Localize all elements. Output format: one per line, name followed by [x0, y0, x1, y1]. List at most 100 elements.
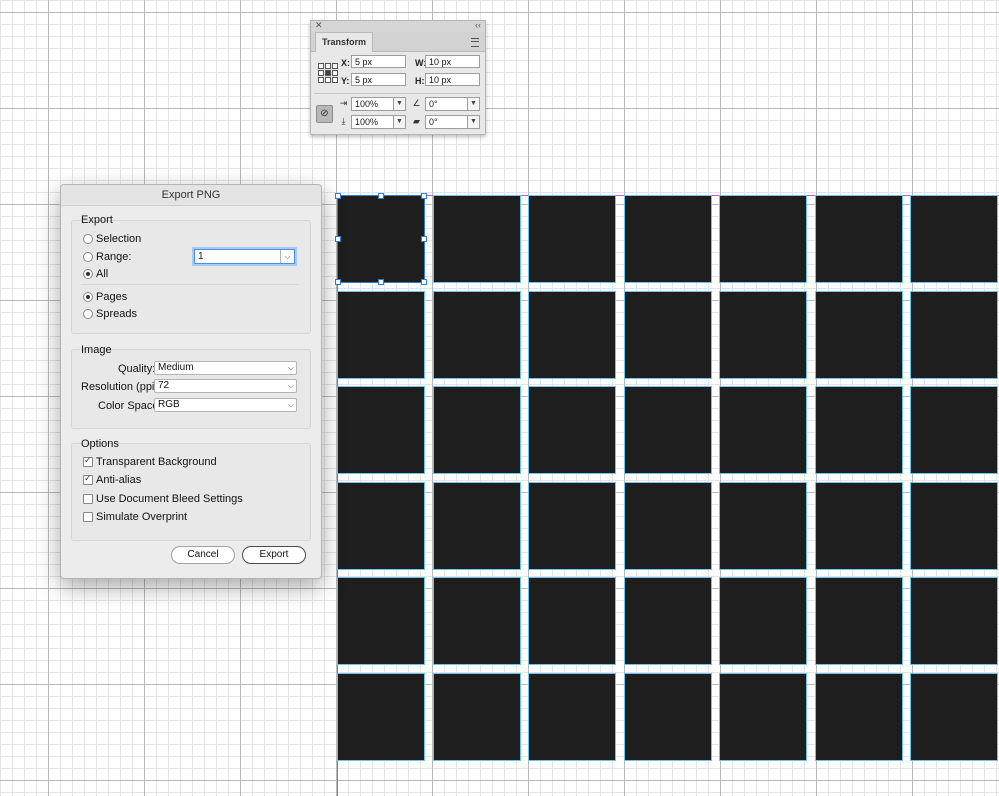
tile[interactable]: [528, 577, 616, 665]
quality-value: Medium: [158, 362, 194, 373]
selected-tile[interactable]: [337, 195, 425, 283]
tile[interactable]: [337, 291, 425, 379]
tile[interactable]: [433, 673, 521, 761]
selection-handle[interactable]: [378, 193, 384, 199]
tile[interactable]: [719, 673, 807, 761]
simulate-overprint-checkbox[interactable]: [83, 512, 93, 522]
tile[interactable]: [719, 482, 807, 570]
chevron-down-icon[interactable]: ⌵: [288, 399, 294, 411]
panel-header: ✕ ‹‹: [311, 20, 485, 32]
color-space-label: Color Space:: [98, 400, 162, 412]
tile[interactable]: [910, 291, 998, 379]
w-field[interactable]: 10 px: [425, 55, 480, 68]
tile[interactable]: [337, 482, 425, 570]
tile[interactable]: [719, 195, 807, 283]
panel-menu-icon[interactable]: [471, 38, 479, 47]
constrain-proportions-icon[interactable]: ⊘: [316, 105, 333, 123]
y-field[interactable]: 5 px: [351, 73, 406, 86]
reference-point-icon[interactable]: [318, 63, 338, 83]
chevron-down-icon[interactable]: ⌵: [288, 362, 294, 374]
tile[interactable]: [815, 291, 903, 379]
anti-alias-checkbox[interactable]: [83, 473, 93, 485]
selection-handle[interactable]: [335, 279, 341, 285]
all-label: All: [96, 268, 109, 280]
selection-handle[interactable]: [421, 279, 427, 285]
transparent-background-checkbox[interactable]: [83, 455, 93, 467]
chevron-down-icon[interactable]: ▼: [467, 116, 479, 128]
tile[interactable]: [433, 577, 521, 665]
tile[interactable]: [719, 291, 807, 379]
selection-handle[interactable]: [335, 193, 341, 199]
scale-y-value: 100%: [355, 117, 379, 127]
tile[interactable]: [624, 673, 712, 761]
selection-handle[interactable]: [378, 279, 384, 285]
shear-icon: ▰: [413, 116, 420, 126]
tile[interactable]: [433, 291, 521, 379]
bleed-settings-checkbox[interactable]: [83, 494, 93, 504]
tile[interactable]: [910, 482, 998, 570]
export-button[interactable]: Export: [242, 546, 306, 564]
tile[interactable]: [719, 577, 807, 665]
tile[interactable]: [528, 386, 616, 474]
tile[interactable]: [624, 291, 712, 379]
tile[interactable]: [815, 673, 903, 761]
tile[interactable]: [624, 386, 712, 474]
tile[interactable]: [910, 386, 998, 474]
tile[interactable]: [719, 386, 807, 474]
tile[interactable]: [433, 482, 521, 570]
chevron-down-icon[interactable]: ▼: [393, 116, 405, 128]
tile[interactable]: [337, 673, 425, 761]
pages-radio[interactable]: [83, 292, 93, 302]
tile[interactable]: [433, 195, 521, 283]
shear-combo[interactable]: 0° ▼: [425, 115, 480, 129]
close-icon[interactable]: ✕: [315, 20, 323, 31]
quality-select[interactable]: Medium ⌵: [154, 361, 297, 375]
tile[interactable]: [528, 482, 616, 570]
range-radio[interactable]: [83, 252, 93, 262]
tile[interactable]: [815, 195, 903, 283]
x-label: X:: [341, 58, 350, 68]
range-value: 1: [198, 251, 204, 262]
simulate-overprint-label: Simulate Overprint: [96, 511, 188, 523]
h-field[interactable]: 10 px: [425, 73, 480, 86]
tile[interactable]: [815, 386, 903, 474]
scale-y-combo[interactable]: 100% ▼: [351, 115, 406, 129]
tile[interactable]: [910, 673, 998, 761]
range-input[interactable]: 1 ⌵: [194, 249, 295, 264]
tile[interactable]: [815, 482, 903, 570]
tile[interactable]: [337, 577, 425, 665]
chevron-down-icon[interactable]: ▼: [467, 98, 479, 110]
chevron-down-icon[interactable]: ▼: [393, 98, 405, 110]
tile[interactable]: [433, 386, 521, 474]
tile[interactable]: [528, 195, 616, 283]
tile[interactable]: [624, 195, 712, 283]
chevron-down-icon[interactable]: ⌵: [288, 380, 294, 392]
tile[interactable]: [624, 577, 712, 665]
tile[interactable]: [528, 291, 616, 379]
selection-handle[interactable]: [335, 236, 341, 242]
cancel-button[interactable]: Cancel: [171, 546, 235, 564]
tile[interactable]: [815, 577, 903, 665]
tile[interactable]: [624, 482, 712, 570]
collapse-icon[interactable]: ‹‹: [475, 20, 481, 30]
selection-label: Selection: [96, 233, 142, 245]
color-space-select[interactable]: RGB ⌵: [154, 398, 297, 412]
selection-handle[interactable]: [421, 236, 427, 242]
all-radio[interactable]: [83, 269, 93, 279]
selection-radio[interactable]: [83, 234, 93, 244]
export-group-label: Export: [81, 214, 113, 226]
tab-transform[interactable]: Transform: [315, 32, 374, 52]
x-field[interactable]: 5 px: [351, 55, 406, 68]
pages-label: Pages: [96, 291, 128, 303]
rotation-combo[interactable]: 0° ▼: [425, 97, 480, 111]
scale-x-combo[interactable]: 100% ▼: [351, 97, 406, 111]
panel-tab-bar: Transform: [311, 32, 485, 52]
spreads-radio[interactable]: [83, 309, 93, 319]
tile[interactable]: [910, 577, 998, 665]
resolution-combo[interactable]: 72 ⌵: [154, 379, 297, 393]
chevron-down-icon[interactable]: ⌵: [280, 250, 294, 263]
tile[interactable]: [910, 195, 998, 283]
selection-handle[interactable]: [421, 193, 427, 199]
tile[interactable]: [337, 386, 425, 474]
tile[interactable]: [528, 673, 616, 761]
